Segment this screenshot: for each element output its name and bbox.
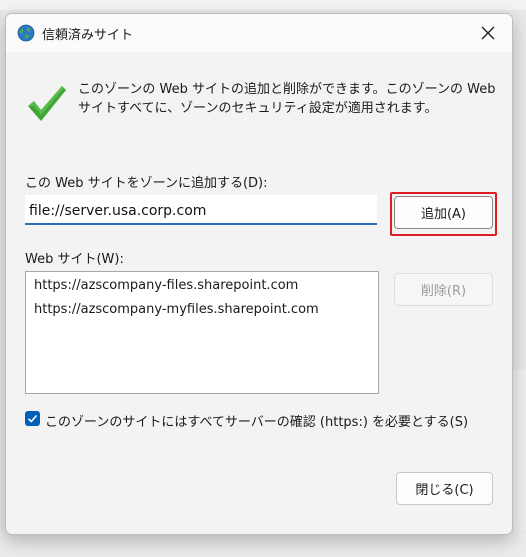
close-button[interactable]: 閉じる(C) [396,472,493,505]
add-site-label: この Web サイトをゾーンに追加する(D): [25,176,268,191]
close-window-button[interactable] [474,20,502,46]
info-description: このゾーンの Web サイトの追加と削除ができます。このゾーンの Web サイト… [78,82,496,116]
require-https-checkbox[interactable] [25,411,40,426]
require-https-label[interactable]: このゾーンのサイトにはすべてサーバーの確認 (https:) を必要とする(S) [45,411,468,430]
background-window [0,0,526,10]
site-url-input[interactable] [25,195,377,225]
globe-icon [17,24,35,42]
close-icon [481,26,495,40]
trusted-sites-dialog: 信頼済みサイト このゾーンの Web サイトの追加と削除ができます。このゾーンの… [5,13,513,535]
list-item[interactable]: https://azscompany-files.sharepoint.com [34,278,298,293]
checkmark-icon [24,82,68,126]
list-item[interactable]: https://azscompany-myfiles.sharepoint.co… [34,302,319,317]
dialog-title: 信頼済みサイト [42,28,134,43]
check-icon [27,414,38,423]
websites-label: Web サイト(W): [25,252,124,267]
add-button[interactable]: 追加(A) [394,196,493,229]
websites-list[interactable]: https://azscompany-files.sharepoint.com … [25,271,379,394]
remove-button[interactable]: 削除(R) [394,273,493,306]
title-bar[interactable]: 信頼済みサイト [6,14,512,52]
